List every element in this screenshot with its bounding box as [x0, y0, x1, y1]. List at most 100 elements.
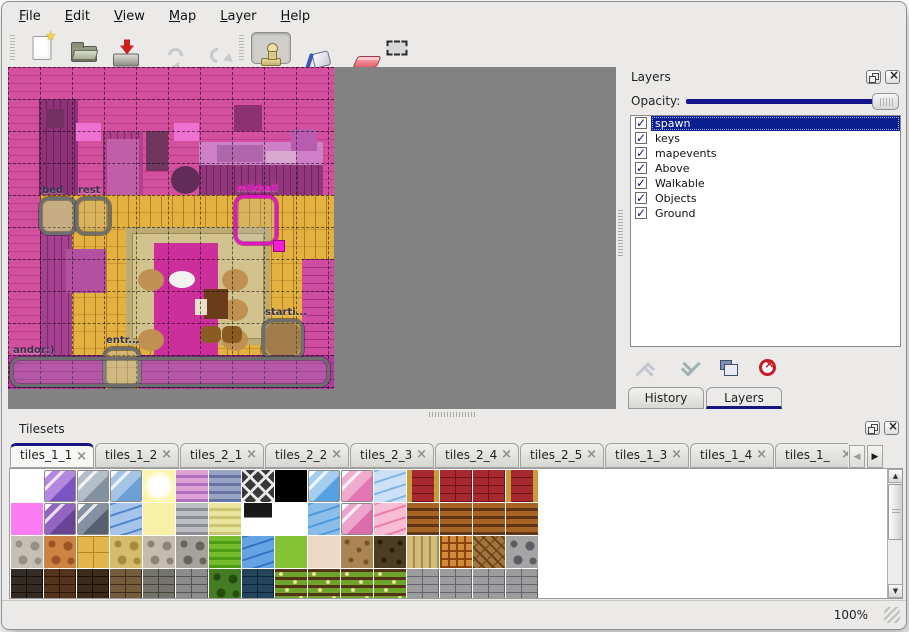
tile-cell[interactable]: [209, 503, 241, 535]
layer-row-spawn[interactable]: ✓spawn: [631, 116, 900, 131]
new-file-button[interactable]: [22, 32, 62, 64]
layer-row-above[interactable]: ✓Above: [631, 161, 900, 176]
tile-cell[interactable]: [143, 569, 175, 599]
toolbar-grip[interactable]: [10, 35, 15, 61]
tile-cell[interactable]: [209, 536, 241, 568]
tab-close-icon[interactable]: ×: [501, 447, 512, 462]
scrollbar-thumb[interactable]: [888, 484, 903, 540]
tile-cell[interactable]: [110, 569, 142, 599]
layer-visibility-checkbox[interactable]: ✓: [635, 132, 647, 144]
tab-close-icon[interactable]: ×: [161, 447, 172, 462]
map-object-mikhail[interactable]: mikhail: [234, 195, 278, 245]
tile-cell[interactable]: [341, 470, 373, 502]
tab-close-icon[interactable]: ×: [586, 447, 597, 462]
tile-cell[interactable]: [44, 536, 76, 568]
tile-cell[interactable]: [308, 536, 340, 568]
tile-cell[interactable]: [77, 536, 109, 568]
redo-button[interactable]: [190, 32, 230, 64]
menu-file[interactable]: File: [10, 6, 50, 28]
tile-cell[interactable]: [242, 503, 274, 535]
tile-cell[interactable]: [242, 470, 274, 502]
tileset-tab-tiles_2_3[interactable]: tiles_2_3×: [350, 443, 434, 468]
map-object-andor[interactable]: andor:): [10, 357, 330, 387]
tile-cell[interactable]: [341, 569, 373, 599]
tile-cell[interactable]: [407, 470, 439, 502]
tile-cell[interactable]: [110, 536, 142, 568]
layer-visibility-checkbox[interactable]: ✓: [635, 177, 647, 189]
tab-close-icon[interactable]: ×: [671, 447, 682, 462]
tileset-viewport[interactable]: ▲ ▼: [9, 468, 903, 599]
eraser-button[interactable]: [335, 32, 375, 64]
tile-cell[interactable]: [77, 569, 109, 599]
save-button[interactable]: [106, 32, 146, 64]
tile-cell[interactable]: [407, 503, 439, 535]
tile-cell[interactable]: [11, 536, 43, 568]
tab-close-icon[interactable]: ×: [756, 447, 767, 462]
menu-layer[interactable]: Layer: [211, 6, 265, 28]
map-object-rest[interactable]: rest: [75, 197, 111, 235]
tab-scroll-right-icon[interactable]: ▶: [867, 445, 883, 468]
lower-layer-button[interactable]: [676, 356, 700, 380]
resize-grip-icon[interactable]: [884, 607, 900, 623]
layer-row-walkable[interactable]: ✓Walkable: [631, 176, 900, 191]
tab-close-icon[interactable]: ×: [331, 447, 342, 462]
tile-cell[interactable]: [308, 503, 340, 535]
tile-cell[interactable]: [308, 569, 340, 599]
tileset-tab-tiles_2_1[interactable]: tiles_2_1×: [180, 443, 264, 468]
tile-cell[interactable]: [407, 536, 439, 568]
layers-close-icon[interactable]: [885, 70, 900, 84]
tile-cell[interactable]: [473, 536, 505, 568]
tile-cell[interactable]: [275, 503, 307, 535]
tile-cell[interactable]: [143, 470, 175, 502]
tile-cell[interactable]: [143, 503, 175, 535]
tile-cell[interactable]: [110, 470, 142, 502]
tilesets-close-icon[interactable]: [884, 421, 899, 435]
undo-button[interactable]: [148, 32, 188, 64]
dock-tab-history[interactable]: History: [628, 387, 704, 409]
stamp-button[interactable]: [251, 32, 291, 64]
menu-view[interactable]: View: [105, 6, 154, 28]
layer-visibility-checkbox[interactable]: ✓: [635, 117, 647, 129]
tile-cell[interactable]: [110, 503, 142, 535]
menu-edit[interactable]: Edit: [56, 6, 99, 28]
tileset-scrollbar[interactable]: ▲ ▼: [887, 469, 902, 598]
tileset-tab-tiles_1_2[interactable]: tiles_1_2×: [95, 443, 179, 468]
tile-cell[interactable]: [242, 569, 274, 599]
tile-cell[interactable]: [209, 569, 241, 599]
tile-cell[interactable]: [176, 569, 208, 599]
tile-cell[interactable]: [11, 470, 43, 502]
duplicate-layer-button[interactable]: [716, 356, 740, 380]
layer-visibility-checkbox[interactable]: ✓: [635, 192, 647, 204]
tile-cell[interactable]: [308, 470, 340, 502]
layer-row-keys[interactable]: ✓keys: [631, 131, 900, 146]
layer-visibility-checkbox[interactable]: ✓: [635, 207, 647, 219]
tile-cell[interactable]: [506, 470, 538, 502]
tile-cell[interactable]: [341, 503, 373, 535]
tile-cell[interactable]: [440, 470, 472, 502]
tile-cell[interactable]: [44, 569, 76, 599]
layer-row-ground[interactable]: ✓Ground: [631, 206, 900, 221]
tab-close-icon[interactable]: ×: [246, 447, 257, 462]
toolbar-grip[interactable]: [239, 35, 244, 61]
menu-help[interactable]: Help: [272, 6, 320, 28]
tile-cell[interactable]: [275, 536, 307, 568]
tile-cell[interactable]: [440, 536, 472, 568]
layer-visibility-checkbox[interactable]: ✓: [635, 147, 647, 159]
tile-cell[interactable]: [44, 503, 76, 535]
dock-tab-layers[interactable]: Layers: [706, 387, 782, 409]
tile-cell[interactable]: [11, 503, 43, 535]
tile-cell[interactable]: [374, 536, 406, 568]
tile-cell[interactable]: [242, 536, 274, 568]
map-object-bed[interactable]: bed: [39, 197, 77, 235]
layer-visibility-checkbox[interactable]: ✓: [635, 162, 647, 174]
tile-cell[interactable]: [275, 569, 307, 599]
tab-close-icon[interactable]: ×: [416, 447, 427, 462]
vertical-splitter[interactable]: [618, 210, 623, 256]
tab-close-icon[interactable]: ×: [76, 449, 87, 464]
tile-cell[interactable]: [209, 470, 241, 502]
horizontal-splitter[interactable]: [429, 412, 475, 417]
tile-cell[interactable]: [506, 569, 538, 599]
tile-cell[interactable]: [341, 536, 373, 568]
tile-cell[interactable]: [44, 470, 76, 502]
map-view[interactable]: bedrestmikhailstarti...entr...andor:): [8, 67, 616, 409]
